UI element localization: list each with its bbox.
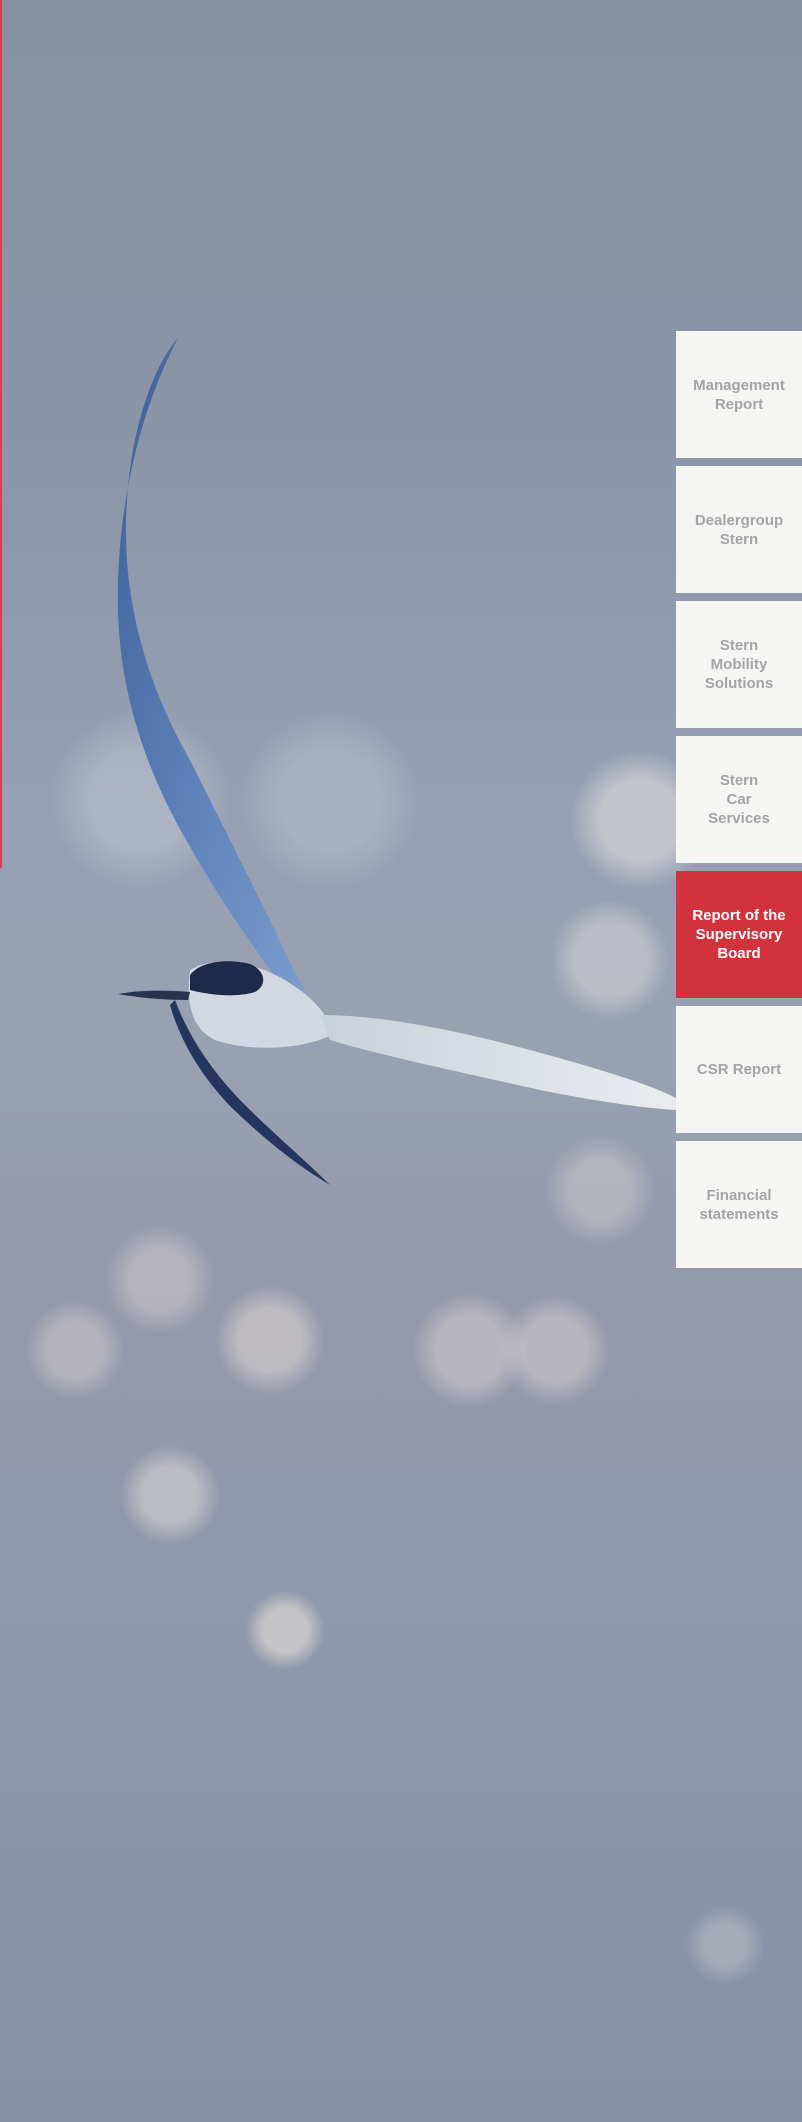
nav-item-dealergroup-stern[interactable]: Dealergroup Stern (676, 466, 802, 593)
nav-item-supervisory-board-report[interactable]: Report of the Supervisory Board (676, 871, 802, 998)
nav-item-management-report[interactable]: Management Report (676, 331, 802, 458)
nav-item-label: Report of the Supervisory Board (692, 907, 786, 962)
nav-item-label: Management Report (693, 376, 785, 413)
nav-item-csr-report[interactable]: CSR Report (676, 1006, 802, 1133)
nav-item-label: Stern Car Services (708, 772, 770, 827)
section-nav: Management Report Dealergroup Stern Ster… (676, 331, 802, 1276)
nav-item-label: CSR Report (696, 1061, 782, 1078)
nav-item-label: Stern Mobility Solutions (704, 637, 774, 692)
nav-item-financial-statements[interactable]: Financial statements (676, 1141, 802, 1268)
nav-item-stern-mobility-solutions[interactable]: Stern Mobility Solutions (676, 601, 802, 728)
nav-item-label: Financial statements (699, 1186, 779, 1223)
left-accent-line (0, 0, 2, 868)
nav-item-label: Dealergroup Stern (694, 511, 784, 548)
nav-item-stern-car-services[interactable]: Stern Car Services (676, 736, 802, 863)
